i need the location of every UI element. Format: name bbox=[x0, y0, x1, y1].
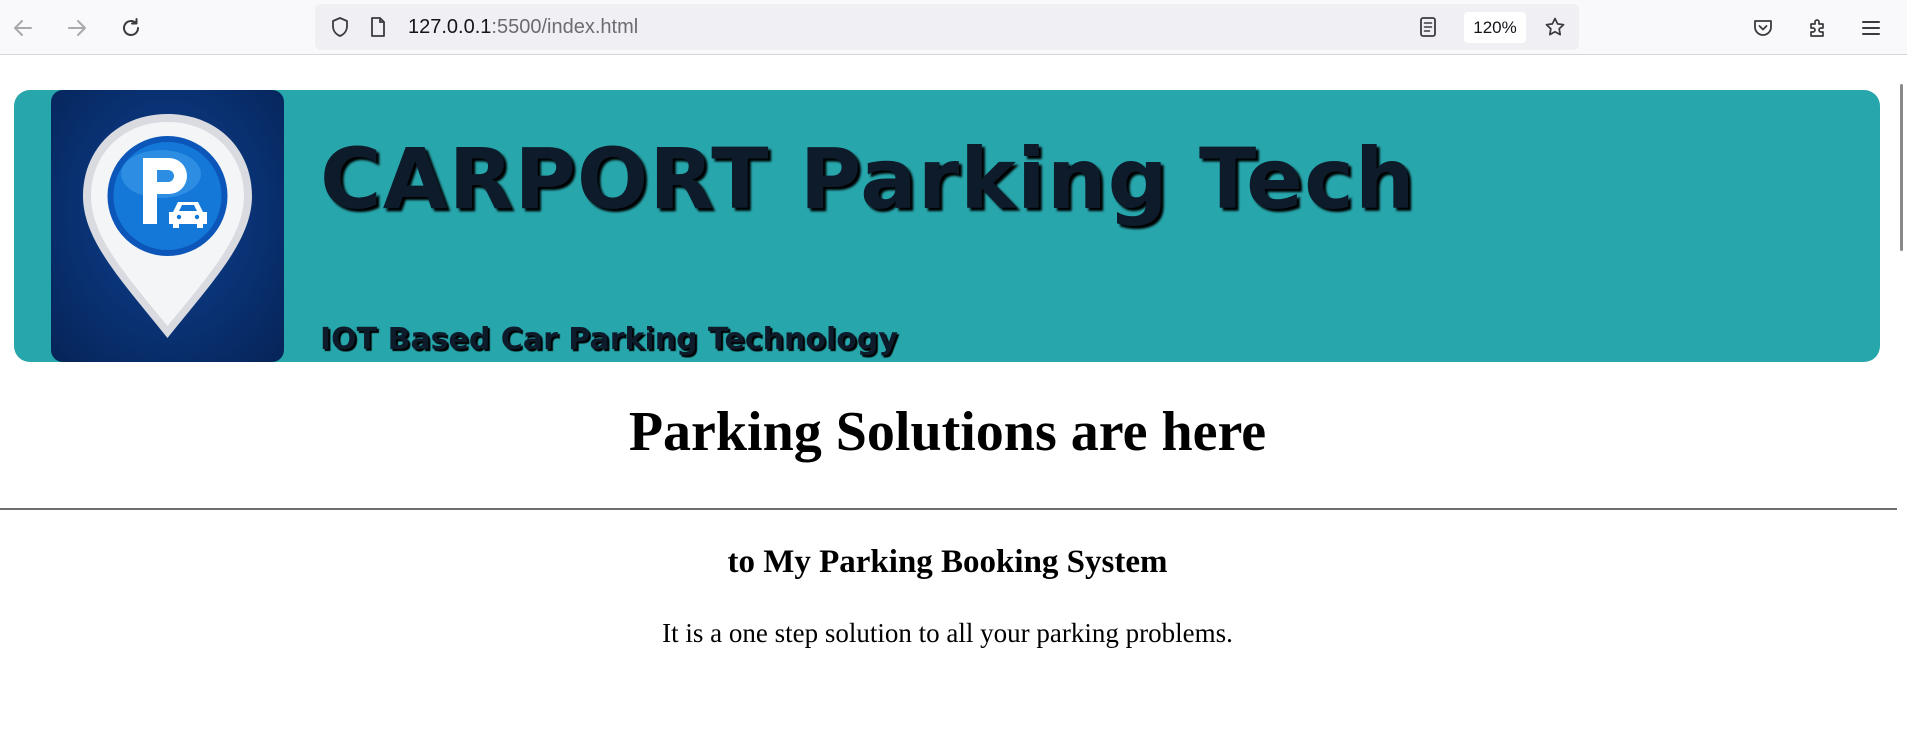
url-text[interactable]: 127.0.0.1:5500/index.html bbox=[408, 16, 638, 39]
back-arrow-icon[interactable] bbox=[6, 11, 40, 45]
url-bar[interactable]: 127.0.0.1:5500/index.html 120% bbox=[315, 4, 1579, 50]
parking-location-pin-logo bbox=[51, 90, 284, 362]
url-host: 127.0.0.1 bbox=[408, 16, 492, 38]
shield-icon[interactable] bbox=[323, 10, 357, 44]
page-icon[interactable] bbox=[361, 10, 395, 44]
browser-toolbar: 127.0.0.1:5500/index.html 120% bbox=[0, 0, 1907, 55]
extensions-icon[interactable] bbox=[1800, 11, 1834, 45]
zoom-level-button[interactable]: 120% bbox=[1464, 12, 1526, 43]
horizontal-divider bbox=[0, 508, 1897, 510]
pocket-icon[interactable] bbox=[1746, 11, 1780, 45]
reload-icon[interactable] bbox=[114, 11, 148, 45]
page-headline: Parking Solutions are here bbox=[628, 401, 1267, 463]
star-icon[interactable] bbox=[1538, 10, 1572, 44]
site-header: CARPORT Parking Tech IOT Based Car Parki… bbox=[14, 90, 1880, 362]
site-tagline: IOT Based Car Parking Technology bbox=[320, 322, 898, 357]
reader-view-icon[interactable] bbox=[1411, 10, 1445, 44]
site-title: CARPORT Parking Tech bbox=[320, 130, 1416, 228]
page-scrollbar[interactable] bbox=[1900, 84, 1903, 251]
page-description: It is a one step solution to all your pa… bbox=[662, 618, 1233, 648]
hamburger-menu-icon[interactable] bbox=[1854, 11, 1888, 45]
page-subheading: to My Parking Booking System bbox=[727, 544, 1168, 580]
url-path: :5500/index.html bbox=[491, 16, 639, 38]
forward-arrow-icon[interactable] bbox=[60, 11, 94, 45]
